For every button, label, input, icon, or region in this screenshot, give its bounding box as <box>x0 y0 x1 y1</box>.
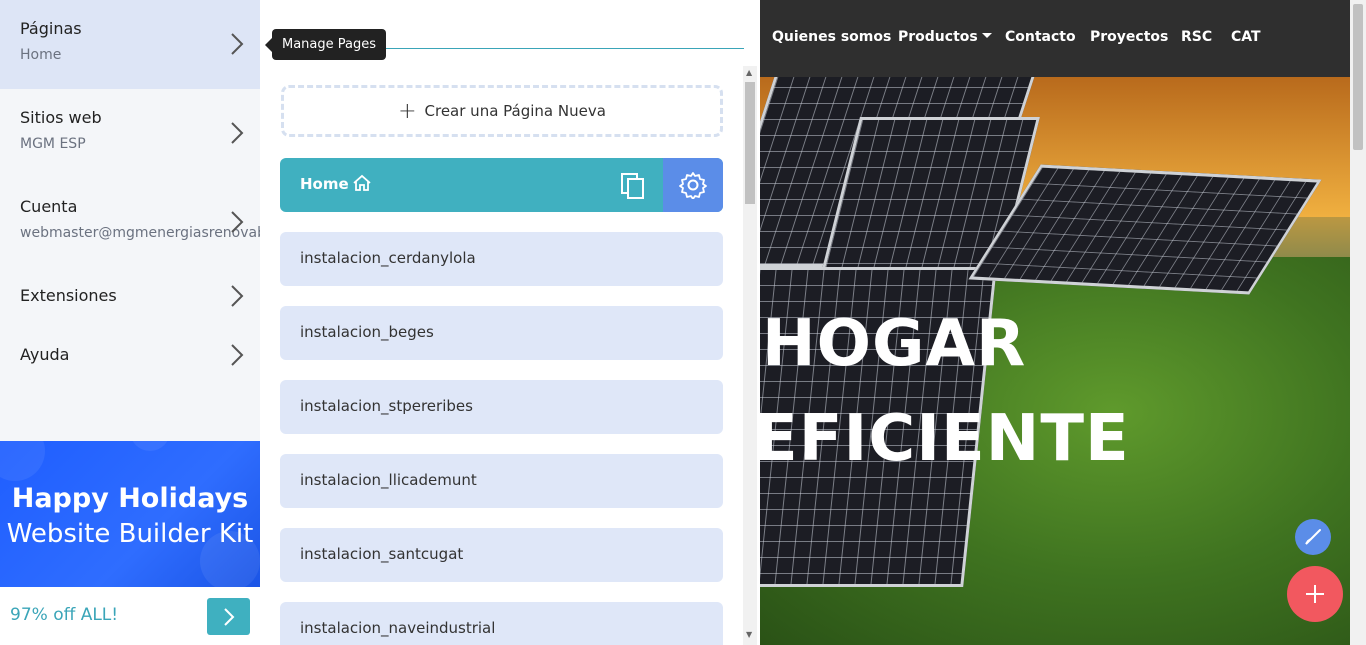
panel-divider <box>380 48 744 49</box>
nav-link-productos[interactable]: Productos <box>898 29 992 45</box>
home-icon <box>353 174 371 191</box>
sidebar-item-paginas[interactable]: Páginas Home <box>0 0 260 89</box>
page-row-home[interactable]: Home <box>280 158 723 212</box>
promo-subtitle: Website Builder Kit <box>6 519 254 549</box>
page-row-label: instalacion_beges <box>300 323 434 341</box>
create-page-label: Crear una Página Nueva <box>424 102 606 120</box>
sidebar-item-label: Ayuda <box>20 345 70 364</box>
nav-link-cat[interactable]: CAT <box>1231 29 1261 45</box>
page-row-label: instalacion_cerdanylola <box>300 249 476 267</box>
hero-title-line1: HOGAR <box>762 307 1027 381</box>
hero-title-line2: EFICIENTE <box>760 402 1130 476</box>
sidebar-item-label: Sitios web <box>20 108 102 127</box>
promo-go-button[interactable] <box>207 598 250 635</box>
page-row-label: instalacion_santcugat <box>300 545 464 563</box>
preview-scrollbar-thumb[interactable] <box>1353 4 1363 150</box>
page-row[interactable]: instalacion_santcugat <box>280 528 723 582</box>
hero-image: HOGAR EFICIENTE <box>760 77 1350 645</box>
nav-link-proyectos[interactable]: Proyectos <box>1090 29 1168 45</box>
sidebar-item-sublabel: webmaster@mgmenergiasrenovables <box>20 225 260 241</box>
sidebar-item-ayuda[interactable]: Ayuda <box>0 326 260 385</box>
chevron-right-icon <box>230 343 244 367</box>
promo-decoration <box>0 441 45 481</box>
page-row[interactable]: instalacion_cerdanylola <box>280 232 723 286</box>
promo-banner[interactable]: Happy Holidays Website Builder Kit <box>0 441 260 587</box>
sidebar-item-label: Cuenta <box>20 197 78 216</box>
add-icon <box>1306 585 1324 603</box>
plus-icon: + <box>398 98 417 124</box>
scroll-up-icon[interactable]: ▲ <box>746 68 752 77</box>
promo-offer-text: 97% off ALL! <box>10 605 119 625</box>
sidebar-item-cuenta[interactable]: Cuenta webmaster@mgmenergiasrenovables <box>0 178 260 267</box>
page-row[interactable]: instalacion_llicademunt <box>280 454 723 508</box>
page-row-label: instalacion_stpereribes <box>300 397 473 415</box>
design-button[interactable] <box>1295 519 1331 555</box>
copy-icon[interactable] <box>619 171 647 199</box>
site-navbar: Quienes somos Productos Contacto Proyect… <box>760 0 1366 77</box>
sidebar-item-extensiones[interactable]: Extensiones <box>0 267 260 326</box>
page-row-label: Home <box>300 175 349 193</box>
chevron-right-icon <box>230 121 244 145</box>
page-row[interactable]: instalacion_beges <box>280 306 723 360</box>
sidebar-item-label: Páginas <box>20 19 82 38</box>
sidebar-item-sublabel: Home <box>20 47 62 63</box>
nav-link-label: Productos <box>898 29 978 45</box>
chevron-right-icon <box>230 32 244 56</box>
page-row[interactable]: instalacion_stpereribes <box>280 380 723 434</box>
nav-link-rsc[interactable]: RSC <box>1181 29 1212 45</box>
create-page-button[interactable]: + Crear una Página Nueva <box>281 85 723 137</box>
sidebar-item-sitios-web[interactable]: Sitios web MGM ESP <box>0 89 260 178</box>
promo-decoration <box>130 441 170 451</box>
nav-link-contacto[interactable]: Contacto <box>1005 29 1076 45</box>
page-row[interactable]: instalacion_naveindustrial <box>280 602 723 645</box>
promo-offer-bar: 97% off ALL! <box>0 587 260 645</box>
chevron-right-icon <box>230 284 244 308</box>
manage-pages-tooltip: Manage Pages <box>264 29 387 60</box>
sidebar-item-sublabel: MGM ESP <box>20 136 86 152</box>
page-settings-button[interactable] <box>663 158 723 212</box>
page-row-label: instalacion_llicademunt <box>300 471 477 489</box>
page-row-label: instalacion_naveindustrial <box>300 619 496 637</box>
chevron-right-icon <box>223 607 234 626</box>
gear-icon <box>679 172 707 199</box>
scroll-down-icon[interactable]: ▼ <box>746 630 752 639</box>
site-preview: Quienes somos Productos Contacto Proyect… <box>760 0 1366 645</box>
caret-down-icon <box>981 33 992 38</box>
pages-scrollbar-thumb[interactable] <box>745 82 755 204</box>
sidebar: Páginas Home Sitios web MGM ESP Cuenta w… <box>0 0 260 645</box>
sidebar-item-label: Extensiones <box>20 286 117 305</box>
nav-link-quienes-somos[interactable]: Quienes somos <box>772 29 891 45</box>
chevron-right-icon <box>230 210 244 234</box>
add-block-button[interactable] <box>1287 566 1343 622</box>
brush-icon <box>1305 529 1321 545</box>
promo-title: Happy Holidays <box>11 483 249 514</box>
app-root: Páginas Home Sitios web MGM ESP Cuenta w… <box>0 0 1366 645</box>
